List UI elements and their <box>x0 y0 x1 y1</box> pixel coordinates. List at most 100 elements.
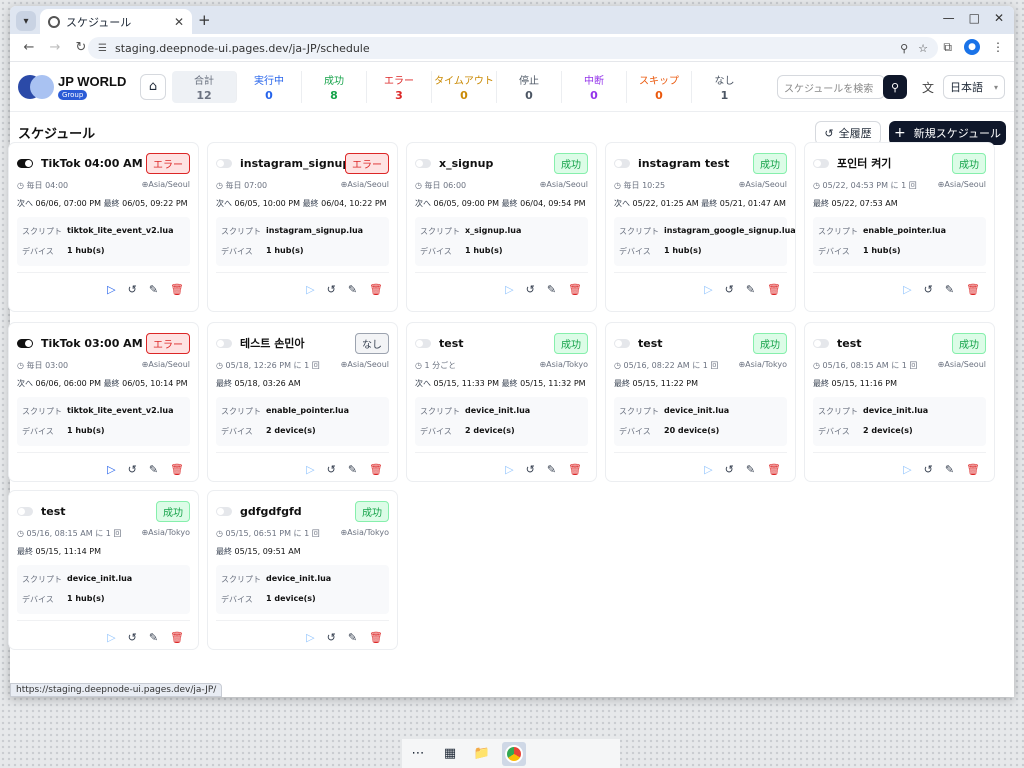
history-icon[interactable]: ↺ <box>128 631 137 644</box>
profile-avatar-icon[interactable]: ● <box>964 39 980 55</box>
edit-pencil-icon[interactable]: ✎ <box>348 283 357 296</box>
stat-1[interactable]: 実行中 0 <box>237 70 302 103</box>
history-icon[interactable]: ↺ <box>128 463 137 476</box>
run-button-icon[interactable]: ▷ <box>903 463 911 476</box>
zoom-icon[interactable]: ⚲ <box>900 42 908 55</box>
history-icon[interactable]: ↺ <box>327 283 336 296</box>
delete-trash-icon[interactable]: 🗑 <box>966 463 980 476</box>
card-header: test 成功 <box>415 332 588 354</box>
delete-trash-icon[interactable]: 🗑 <box>170 283 184 296</box>
history-icon[interactable]: ↺ <box>924 283 933 296</box>
stat-5[interactable]: 停止 0 <box>497 70 562 103</box>
enable-toggle[interactable] <box>216 506 232 516</box>
extensions-icon[interactable]: ⧉ <box>943 40 952 55</box>
enable-toggle[interactable] <box>216 338 232 348</box>
delete-trash-icon[interactable]: 🗑 <box>767 463 781 476</box>
chrome-icon[interactable] <box>502 741 526 766</box>
stat-0[interactable]: 合計 12 <box>172 70 237 103</box>
terminal-icon[interactable]: ▦ <box>438 742 462 766</box>
address-bar[interactable]: ☰ staging.deepnode-ui.pages.dev/ja-JP/sc… <box>88 37 938 59</box>
delete-trash-icon[interactable]: 🗑 <box>369 631 383 644</box>
delete-trash-icon[interactable]: 🗑 <box>568 463 582 476</box>
history-icon[interactable]: ↺ <box>327 463 336 476</box>
run-button-icon[interactable]: ▷ <box>704 283 712 296</box>
edit-pencil-icon[interactable]: ✎ <box>149 463 158 476</box>
close-window-icon[interactable]: ✕ <box>994 11 1004 25</box>
delete-trash-icon[interactable]: 🗑 <box>966 283 980 296</box>
card-header: gdfgdfgfd 成功 <box>216 500 389 522</box>
minimize-icon[interactable]: — <box>943 11 955 25</box>
forward-icon[interactable]: → <box>44 40 66 55</box>
run-button-icon[interactable]: ▷ <box>107 283 115 296</box>
language-select[interactable]: 日本語 ▾ <box>943 75 1005 99</box>
history-icon[interactable]: ↺ <box>725 463 734 476</box>
run-button-icon[interactable]: ▷ <box>306 283 314 296</box>
history-icon[interactable]: ↺ <box>128 283 137 296</box>
files-icon[interactable]: 📁 <box>470 742 494 766</box>
delete-trash-icon[interactable]: 🗑 <box>568 283 582 296</box>
close-tab-icon[interactable]: ✕ <box>174 15 184 29</box>
history-icon[interactable]: ↺ <box>327 631 336 644</box>
enable-toggle[interactable] <box>813 158 829 168</box>
delete-trash-icon[interactable]: 🗑 <box>170 631 184 644</box>
edit-pencil-icon[interactable]: ✎ <box>746 283 755 296</box>
run-button-icon[interactable]: ▷ <box>306 631 314 644</box>
enable-toggle[interactable] <box>17 158 33 168</box>
enable-toggle[interactable] <box>415 338 431 348</box>
stat-8[interactable]: なし 1 <box>692 71 757 103</box>
maximize-icon[interactable]: □ <box>969 11 980 25</box>
edit-pencil-icon[interactable]: ✎ <box>149 631 158 644</box>
history-icon[interactable]: ↺ <box>725 283 734 296</box>
run-button-icon[interactable]: ▷ <box>306 463 314 476</box>
script-label: スクリプト <box>22 575 62 584</box>
stat-4[interactable]: タイムアウト 0 <box>432 70 497 103</box>
search-button[interactable]: ⚲ <box>883 75 907 99</box>
browser-menu-icon[interactable]: ⋮ <box>992 40 1004 54</box>
delete-trash-icon[interactable]: 🗑 <box>369 463 383 476</box>
new-tab-icon[interactable]: + <box>198 11 211 29</box>
run-button-icon[interactable]: ▷ <box>107 631 115 644</box>
edit-pencil-icon[interactable]: ✎ <box>746 463 755 476</box>
delete-trash-icon[interactable]: 🗑 <box>170 463 184 476</box>
back-icon[interactable]: ← <box>18 40 40 55</box>
edit-pencil-icon[interactable]: ✎ <box>348 631 357 644</box>
enable-toggle[interactable] <box>614 338 630 348</box>
edit-pencil-icon[interactable]: ✎ <box>945 463 954 476</box>
card-title: test <box>837 336 862 350</box>
enable-toggle[interactable] <box>216 158 232 168</box>
enable-toggle[interactable] <box>813 338 829 348</box>
edit-pencil-icon[interactable]: ✎ <box>348 463 357 476</box>
site-info-icon[interactable]: ☰ <box>98 43 107 54</box>
delete-trash-icon[interactable]: 🗑 <box>767 283 781 296</box>
history-icon[interactable]: ↺ <box>526 463 535 476</box>
enable-toggle[interactable] <box>17 338 33 348</box>
delete-trash-icon[interactable]: 🗑 <box>369 283 383 296</box>
home-button[interactable]: ⌂ <box>140 73 166 100</box>
edit-pencil-icon[interactable]: ✎ <box>547 463 556 476</box>
stat-value: 0 <box>525 88 533 102</box>
run-button-icon[interactable]: ▷ <box>107 463 115 476</box>
history-icon[interactable]: ↺ <box>526 283 535 296</box>
enable-toggle[interactable] <box>415 158 431 168</box>
run-button-icon[interactable]: ▷ <box>505 463 513 476</box>
edit-pencil-icon[interactable]: ✎ <box>149 283 158 296</box>
schedule-search-input[interactable]: スケジュールを検索 <box>777 75 885 99</box>
enable-toggle[interactable] <box>614 158 630 168</box>
app-launcher-icon[interactable]: ⋯ <box>406 742 430 766</box>
edit-pencil-icon[interactable]: ✎ <box>945 283 954 296</box>
run-button-icon[interactable]: ▷ <box>704 463 712 476</box>
browser-tab[interactable]: スケジュール ✕ <box>40 9 192 34</box>
stat-7[interactable]: スキップ 0 <box>627 70 692 103</box>
edit-pencil-icon[interactable]: ✎ <box>547 283 556 296</box>
run-button-icon[interactable]: ▷ <box>903 283 911 296</box>
history-icon[interactable]: ↺ <box>924 463 933 476</box>
logo[interactable]: JP WORLD Group <box>18 74 140 100</box>
tab-search-icon[interactable]: ▾ <box>16 11 36 31</box>
stat-6[interactable]: 中断 0 <box>562 70 627 103</box>
timezone-text: ⊕Asia/Seoul <box>739 180 787 191</box>
stat-3[interactable]: エラー 3 <box>367 70 432 103</box>
bookmark-star-icon[interactable]: ☆ <box>918 42 928 55</box>
enable-toggle[interactable] <box>17 506 33 516</box>
stat-2[interactable]: 成功 8 <box>302 70 367 103</box>
run-button-icon[interactable]: ▷ <box>505 283 513 296</box>
